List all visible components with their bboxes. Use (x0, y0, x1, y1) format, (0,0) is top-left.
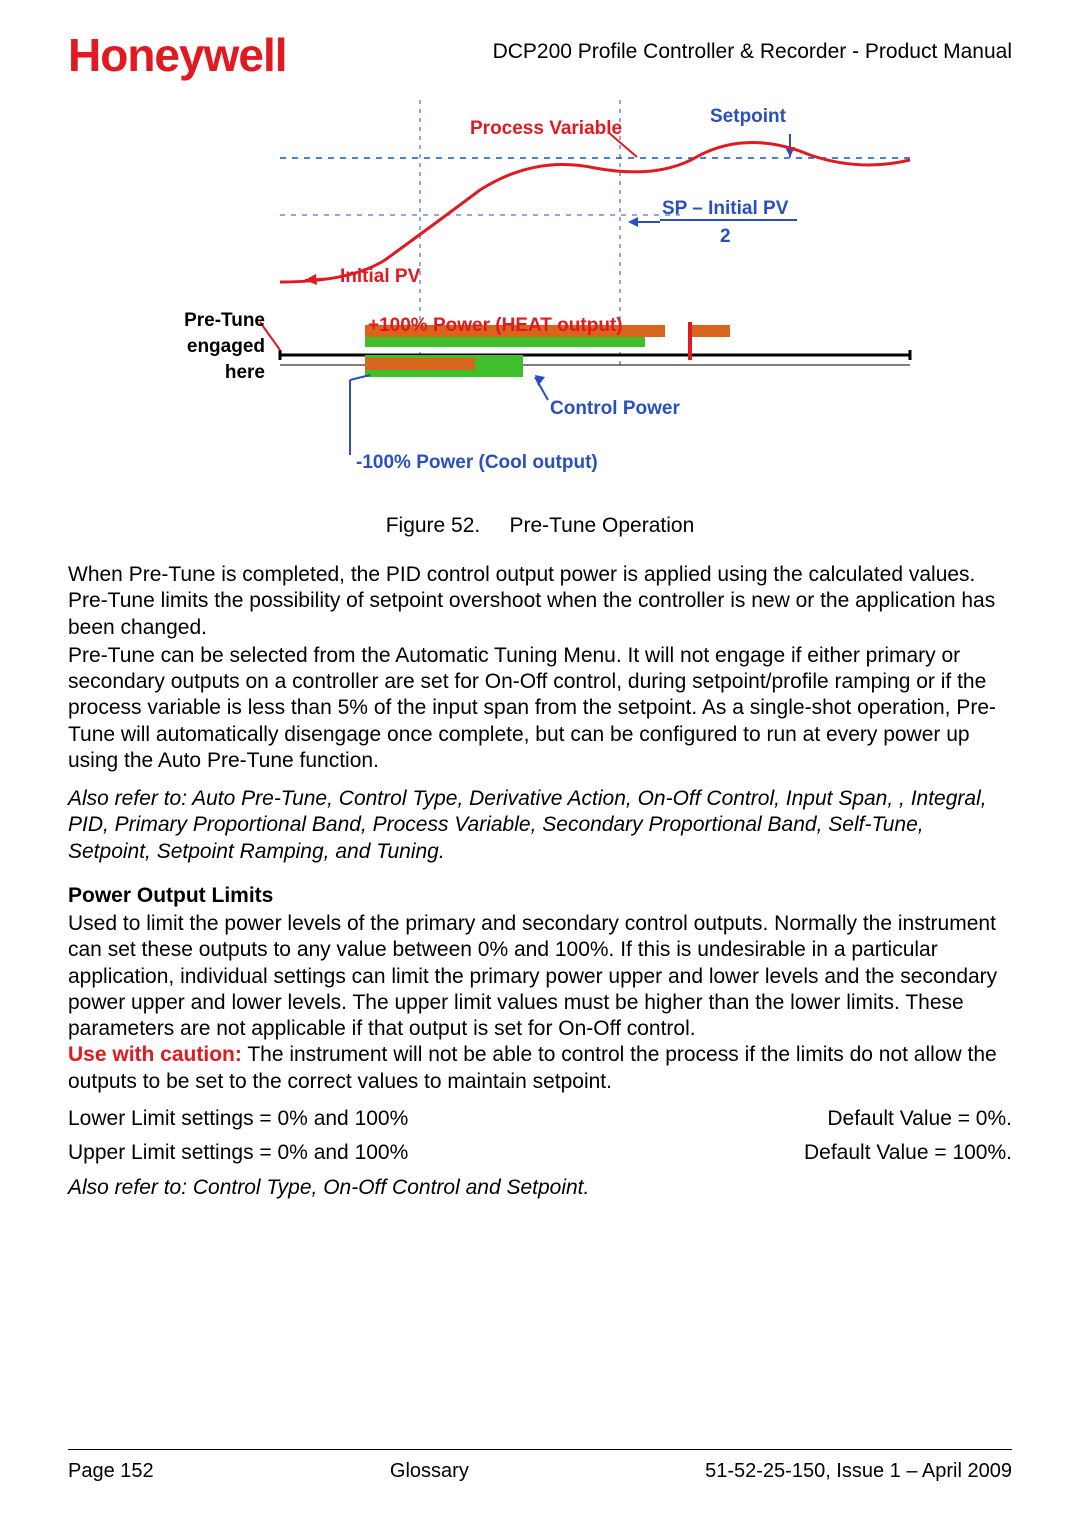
figure-caption: Figure 52. Pre-Tune Operation (68, 514, 1012, 538)
label-pretune-2: engaged (175, 336, 265, 358)
footer-page: Page 152 (68, 1460, 154, 1483)
label-heat-power: +100% Power (HEAT output) (368, 315, 623, 337)
label-sp-initial-pv-1: SP – Initial PV (662, 198, 788, 220)
paragraph-1: When Pre-Tune is completed, the PID cont… (68, 562, 1012, 641)
paragraph-pol: Used to limit the power levels of the pr… (68, 911, 1012, 1095)
label-cool-power: -100% Power (Cool output) (356, 452, 598, 474)
footer-section: Glossary (390, 1460, 469, 1483)
lower-limit-default: Default Value = 0%. (827, 1107, 1012, 1131)
paragraph-3-also-refer: Also refer to: Auto Pre-Tune, Control Ty… (68, 786, 1012, 865)
pol-main-text: Used to limit the power levels of the pr… (68, 912, 997, 1040)
figure-pretune-operation: Setpoint Process Variable SP – Initial P… (140, 100, 940, 500)
label-pretune-3: here (175, 362, 265, 384)
caution-label: Use with caution: (68, 1043, 242, 1066)
also-refer-2: Also refer to: Control Type, On-Off Cont… (68, 1175, 1012, 1201)
lower-limit-setting: Lower Limit settings = 0% and 100% (68, 1107, 408, 1131)
upper-limit-row: Upper Limit settings = 0% and 100% Defau… (68, 1141, 1012, 1165)
label-initial-pv: Initial PV (340, 266, 420, 288)
caption-title: Pre-Tune Operation (509, 514, 694, 537)
caption-number: Figure 52. (386, 514, 481, 537)
document-title: DCP200 Profile Controller & Recorder - P… (493, 40, 1012, 64)
label-setpoint: Setpoint (710, 106, 786, 128)
paragraph-2: Pre-Tune can be selected from the Automa… (68, 643, 1012, 774)
page-footer: Page 152 Glossary 51-52-25-150, Issue 1 … (68, 1449, 1012, 1483)
label-pretune-1: Pre-Tune (175, 310, 265, 332)
label-sp-initial-pv-2: 2 (720, 226, 731, 248)
heading-power-output-limits: Power Output Limits (68, 883, 1012, 909)
label-control-power: Control Power (550, 398, 680, 420)
upper-limit-setting: Upper Limit settings = 0% and 100% (68, 1141, 408, 1165)
page-header: Honeywell DCP200 Profile Controller & Re… (68, 28, 1012, 82)
brand-logo: Honeywell (68, 28, 287, 82)
footer-docnum: 51-52-25-150, Issue 1 – April 2009 (705, 1460, 1012, 1483)
page-container: Honeywell DCP200 Profile Controller & Re… (0, 0, 1080, 1527)
upper-limit-default: Default Value = 100%. (804, 1141, 1012, 1165)
figure-svg (140, 100, 940, 500)
lower-limit-row: Lower Limit settings = 0% and 100% Defau… (68, 1107, 1012, 1131)
label-process-variable: Process Variable (470, 118, 622, 140)
